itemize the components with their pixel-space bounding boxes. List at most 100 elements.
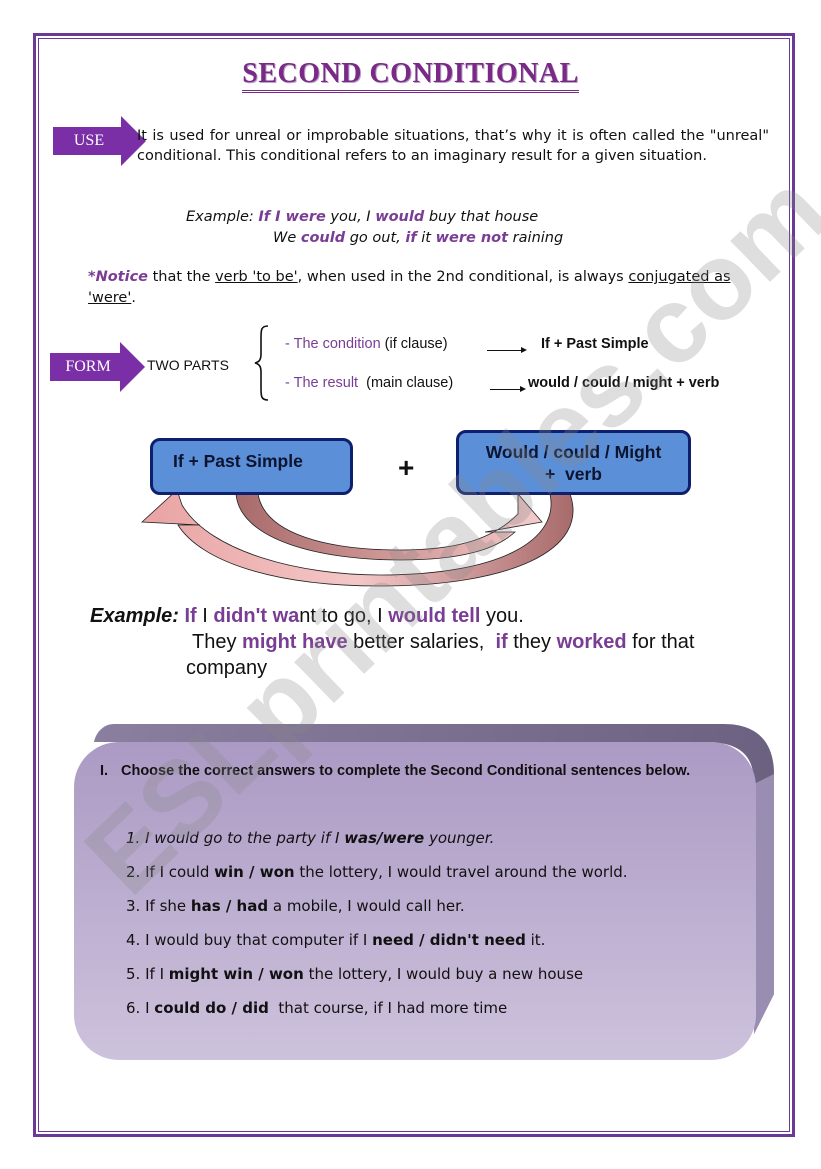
form-example-text: they bbox=[507, 631, 557, 653]
diagram-arrows bbox=[141, 489, 574, 587]
form-example-highlight: If bbox=[184, 605, 197, 627]
form-example-text: I bbox=[196, 605, 214, 627]
form-example-line-1: Example: If I didn't want to go, I would… bbox=[90, 603, 694, 629]
notice-underlined-1: verb 'to be' bbox=[215, 269, 298, 285]
use-example-text: We bbox=[273, 230, 301, 246]
exercise-choice: could do / did bbox=[154, 999, 269, 1017]
condition-clause: (if clause) bbox=[380, 336, 448, 352]
exercise-item: 4. I would buy that computer if I need /… bbox=[126, 931, 545, 949]
result-arrow-icon bbox=[490, 386, 526, 392]
result-to-condition-arrow bbox=[141, 489, 574, 587]
exercise-item-text: If she bbox=[145, 897, 191, 915]
diagram-box-result-line-1: Would / could / Might bbox=[485, 442, 662, 462]
exercise-item: 2. If I could win / won the lottery, I w… bbox=[126, 863, 628, 881]
exercise-item-text: a mobile, I would call her. bbox=[268, 897, 465, 915]
use-example-highlight: could bbox=[300, 230, 346, 246]
exercise-item: 6. I could do / did that course, if I ha… bbox=[126, 999, 507, 1017]
exercise-item-number: 6. bbox=[126, 999, 146, 1017]
form-example-line-2: They might have better salaries, if they… bbox=[90, 629, 694, 655]
use-example: Example: If I were you, I would buy that… bbox=[186, 207, 563, 249]
diagram-box-result: Would / could / Might + verb bbox=[456, 430, 691, 495]
exercise-item: 1. I would go to the party if I was/were… bbox=[126, 829, 494, 847]
exercise-item-text: If I could bbox=[145, 863, 215, 881]
form-result-row: - The result (main clause) bbox=[285, 375, 453, 391]
exercise-item-text: the lottery, I would buy a new house bbox=[303, 965, 584, 983]
two-parts-label: TWO PARTS bbox=[147, 357, 229, 373]
use-example-text: it bbox=[416, 230, 436, 246]
notice-text-3: . bbox=[131, 290, 136, 306]
exercise-item-text: I bbox=[145, 999, 155, 1017]
form-example-text: They bbox=[192, 631, 243, 653]
form-example-highlight: if bbox=[495, 631, 508, 653]
diagram-box-result-line-2: + verb bbox=[545, 464, 602, 484]
exercise-choice: might win / won bbox=[168, 965, 304, 983]
use-example-line-1: Example: If I were you, I would buy that… bbox=[186, 207, 563, 228]
exercise-number: I. bbox=[100, 763, 109, 779]
result-clause: (main clause) bbox=[358, 375, 454, 391]
exercise-item-number: 5. bbox=[126, 965, 146, 983]
exercise-item: 3. If she has / had a mobile, I would ca… bbox=[126, 897, 465, 915]
form-example-text: you. bbox=[480, 605, 524, 627]
result-formula: would / could / might + verb bbox=[528, 375, 720, 391]
use-example-highlight: were not bbox=[435, 230, 509, 246]
exercise-choice: was/were bbox=[344, 829, 425, 847]
exercise-item-number: 1. bbox=[126, 829, 146, 847]
curly-brace-icon bbox=[254, 325, 269, 401]
use-example-highlight: If I were bbox=[258, 209, 326, 225]
form-example-text: nt to go, I bbox=[299, 605, 389, 627]
exercise-item-text: I would buy that computer if I bbox=[145, 931, 373, 949]
form-example-line-3: company bbox=[186, 657, 268, 679]
notice-text-1: that the bbox=[148, 269, 216, 285]
diagram-box-condition-text: If + Past Simple bbox=[173, 451, 303, 471]
use-example-text: buy that house bbox=[424, 209, 539, 225]
diagram-box-condition: If + Past Simple bbox=[150, 438, 353, 495]
form-example-highlight: worked bbox=[556, 631, 627, 653]
use-tag-label: USE bbox=[73, 132, 105, 149]
exercise-choice: has / had bbox=[190, 897, 269, 915]
use-tag: USE bbox=[53, 116, 148, 166]
form-example-highlight: didn't wa bbox=[213, 605, 300, 627]
exercise-choice: win / won bbox=[214, 863, 295, 881]
form-tag: FORM bbox=[50, 342, 145, 392]
diagram-plus: + bbox=[398, 452, 415, 483]
exercise-item-number: 4. bbox=[126, 931, 146, 949]
use-example-highlight: would bbox=[375, 209, 425, 225]
exercise-item-text: If I bbox=[145, 965, 169, 983]
exercise-item-text: I would go to the party if I bbox=[145, 829, 345, 847]
use-example-highlight: if bbox=[405, 230, 417, 246]
diagram-box-result-text: Would / could / Might + verb bbox=[459, 441, 688, 485]
form-example-highlight: might have bbox=[242, 631, 348, 653]
condition-formula: If + Past Simple bbox=[541, 336, 649, 352]
page-title: SECOND CONDITIONAL bbox=[0, 58, 821, 93]
page-title-text: SECOND CONDITIONAL bbox=[242, 58, 579, 93]
form-example-highlight: would tell bbox=[388, 605, 481, 627]
use-description: It is used for unreal or improbable situ… bbox=[137, 128, 769, 164]
use-example-text: raining bbox=[508, 230, 564, 246]
exercise-choice: need / didn't need bbox=[372, 931, 526, 949]
notice-text-2: , when used in the 2nd conditional, is a… bbox=[297, 269, 629, 285]
condition-arrow-icon bbox=[487, 347, 527, 353]
use-example-text: you, I bbox=[325, 209, 376, 225]
exercise-instruction-text: Choose the correct answers to complete t… bbox=[121, 763, 691, 779]
form-condition-row: - The condition (if clause) bbox=[285, 336, 448, 352]
form-example: Example: If I didn't want to go, I would… bbox=[90, 603, 694, 681]
notice-label: *Notice bbox=[88, 269, 149, 285]
exercise-item: 5. If I might win / won the lottery, I w… bbox=[126, 965, 583, 983]
form-example-label: Example: bbox=[90, 605, 179, 627]
form-tag-label: FORM bbox=[65, 358, 111, 375]
result-label: - The result bbox=[285, 375, 359, 391]
exercise-item-number: 2. bbox=[126, 863, 146, 881]
exercise-item-text: younger. bbox=[424, 829, 495, 847]
form-example-text: better salaries, bbox=[347, 631, 496, 653]
form-example-text: for that bbox=[626, 631, 695, 653]
condition-to-result-arrow bbox=[235, 492, 543, 561]
notice-paragraph: *Notice that the verb 'to be', when used… bbox=[88, 267, 768, 309]
use-example-line-2: We could go out, if it were not raining bbox=[186, 228, 563, 249]
condition-label: - The condition bbox=[285, 336, 381, 352]
exercise-item-text: the lottery, I would travel around the w… bbox=[294, 863, 628, 881]
use-example-label: Example: bbox=[186, 209, 254, 225]
exercise-item-number: 3. bbox=[126, 897, 146, 915]
exercise-item-text: it. bbox=[525, 931, 546, 949]
use-example-text: go out, bbox=[345, 230, 406, 246]
exercise-item-text: that course, if I had more time bbox=[268, 999, 508, 1017]
